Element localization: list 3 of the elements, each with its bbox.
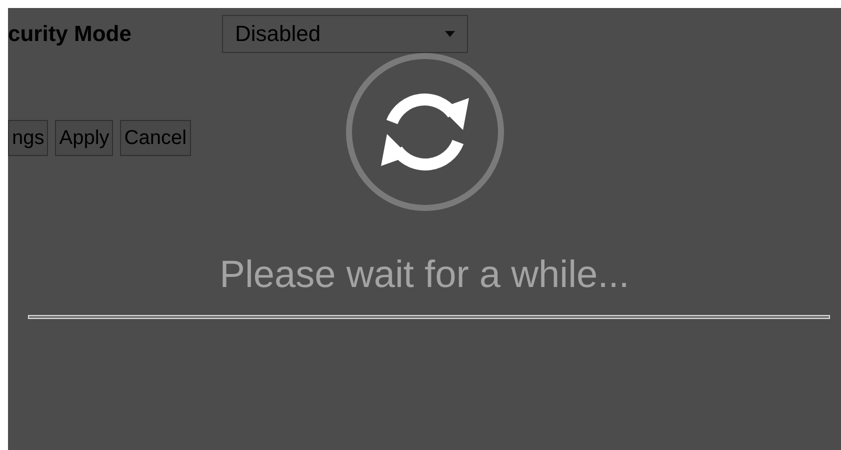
field-label: curity Mode	[8, 21, 132, 47]
wait-message: Please wait for a while...	[220, 253, 630, 297]
refresh-spinner-icon	[344, 52, 504, 212]
